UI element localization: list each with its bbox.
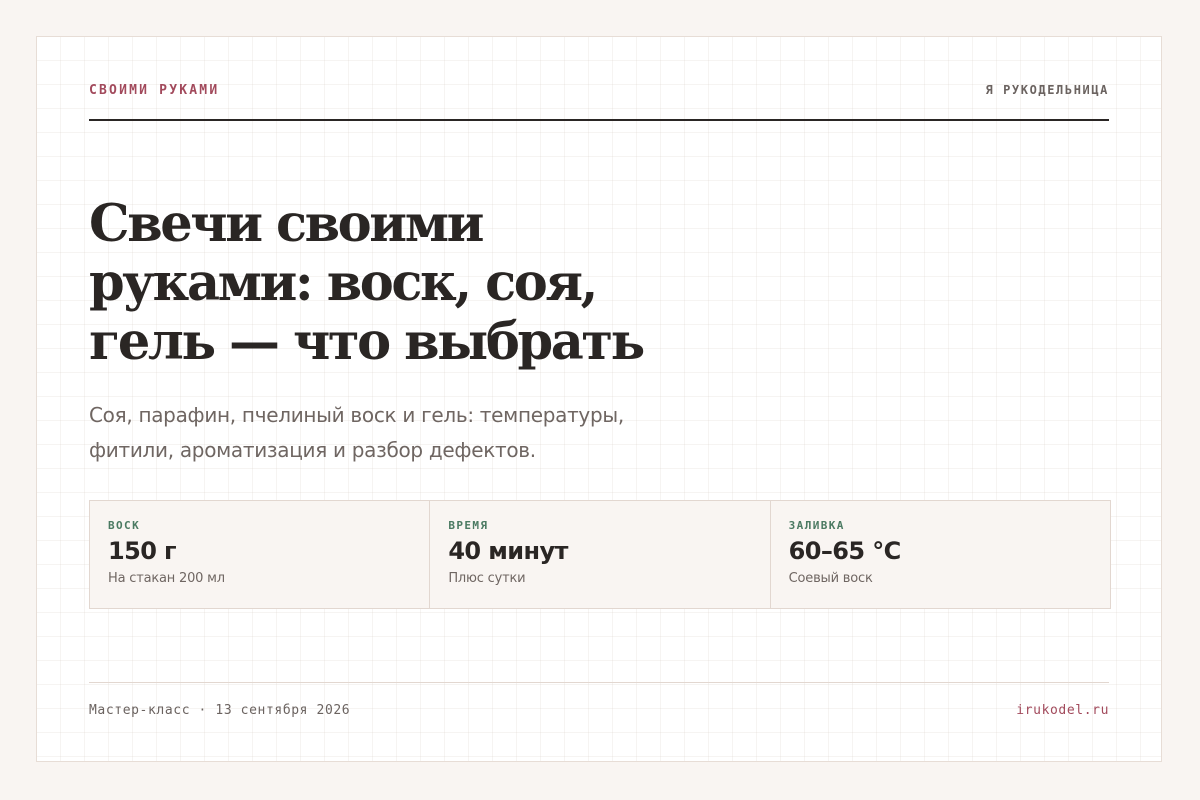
stat-value: 60–65 °C — [788, 537, 902, 565]
stat-pour: ЗАЛИВКА 60–65 °C Соевый воск — [769, 501, 1110, 608]
stat-note: Соевый воск — [788, 571, 873, 586]
site-link[interactable]: irukodel.ru — [1016, 703, 1109, 718]
brand-label[interactable]: СВОИМИ РУКАМИ — [89, 83, 219, 98]
stat-label: ЗАЛИВКА — [788, 519, 845, 532]
stat-value: 150 г — [108, 537, 177, 565]
article-title: Свечи своими руками: воск, соя, гель — ч… — [89, 194, 645, 372]
stat-note: Плюс сутки — [448, 571, 526, 586]
header: СВОИМИ РУКАМИ Я РУКОДЕЛЬНИЦА — [89, 83, 1109, 121]
stat-note: На стакан 200 мл — [108, 571, 225, 586]
stat-wax: ВОСК 150 г На стакан 200 мл — [90, 501, 429, 608]
stat-label: ВОСК — [108, 519, 141, 532]
article-subtitle: Соя, парафин, пчелиный воск и гель: темп… — [89, 403, 624, 462]
section-label[interactable]: Я РУКОДЕЛЬНИЦА — [985, 83, 1109, 97]
article-card: СВОИМИ РУКАМИ Я РУКОДЕЛЬНИЦА Свечи своим… — [36, 36, 1162, 762]
stat-value: 40 минут — [448, 537, 568, 565]
stat-label: ВРЕМЯ — [448, 519, 489, 532]
stats-panel: ВОСК 150 г На стакан 200 мл ВРЕМЯ 40 мин… — [89, 500, 1111, 609]
footer-date: Мастер-класс · 13 сентября 2026 — [89, 703, 351, 718]
stat-time: ВРЕМЯ 40 минут Плюс сутки — [429, 501, 769, 608]
footer: Мастер-класс · 13 сентября 2026 irukodel… — [89, 682, 1109, 723]
